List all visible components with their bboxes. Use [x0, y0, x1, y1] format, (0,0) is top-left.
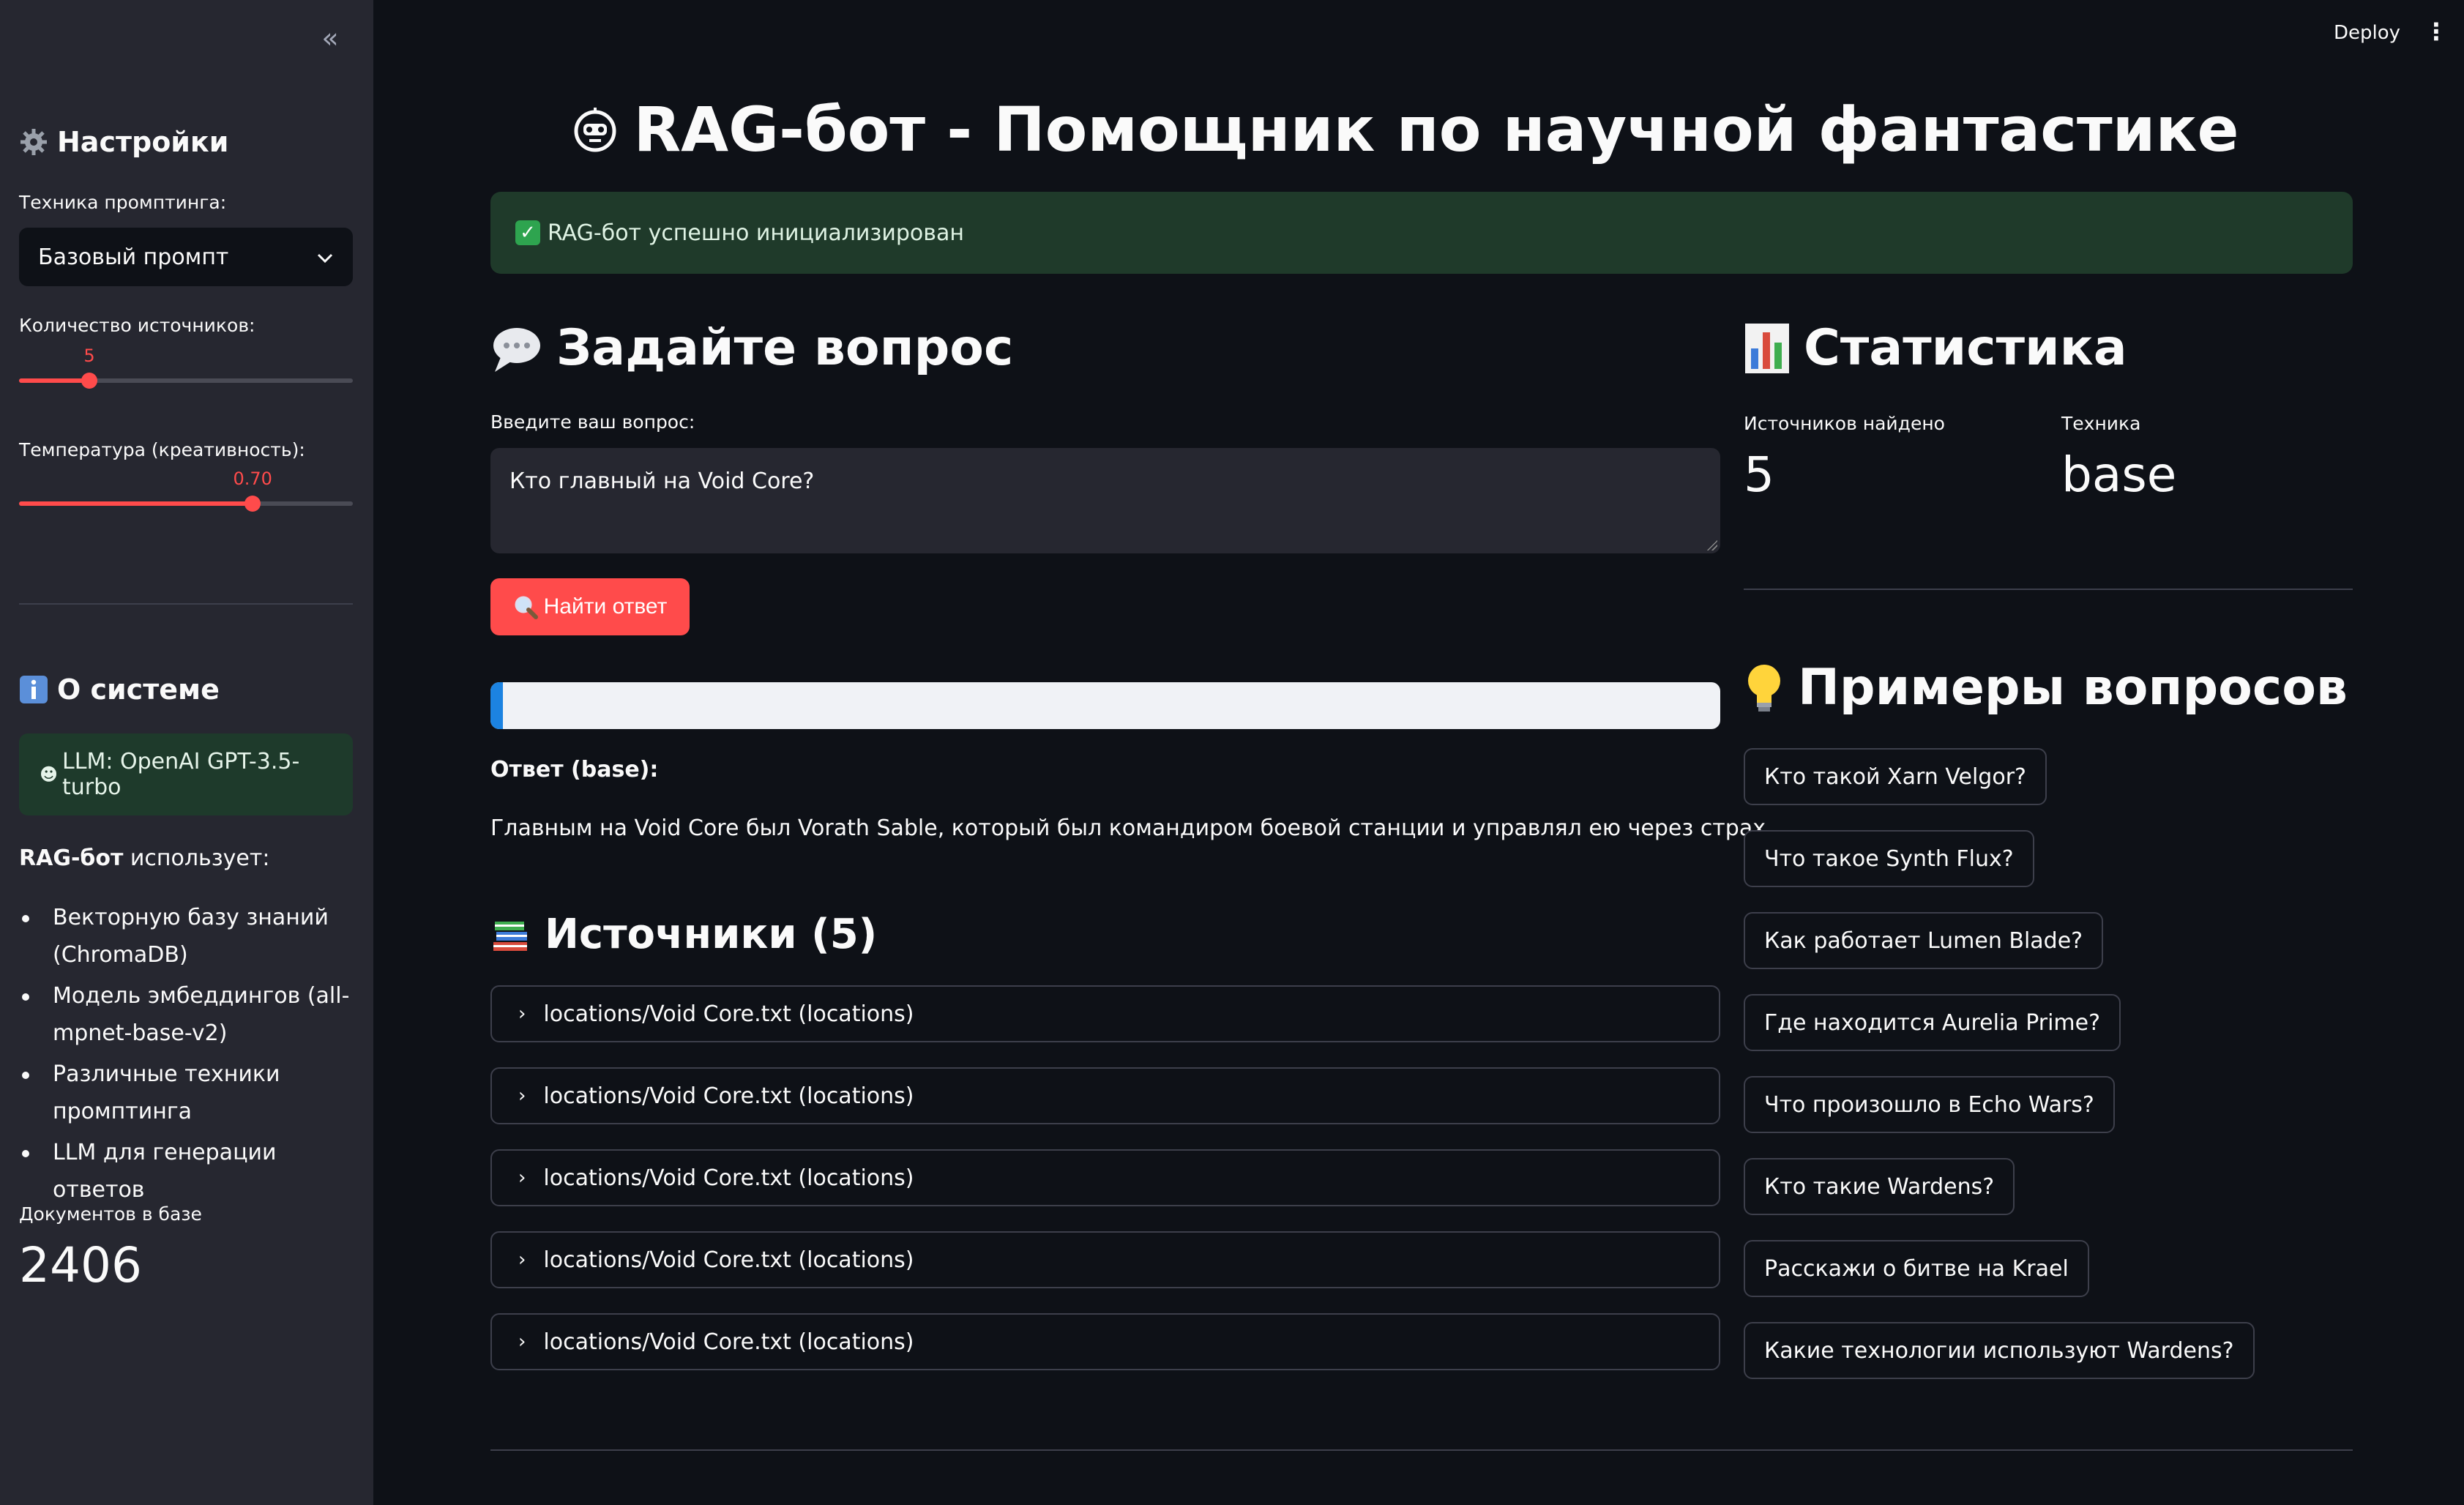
llm-info-text: LLM: OpenAI GPT-3.5-turbo	[62, 749, 300, 800]
source-label: locations/Void Core.txt (locations)	[543, 1247, 914, 1273]
sidebar: « Настройки Техника промптинга: Базовый …	[0, 0, 373, 1505]
lightbulb-icon	[1744, 662, 1785, 714]
example-question-button[interactable]: Что произошло в Echo Wars?	[1744, 1076, 2115, 1133]
example-question-button[interactable]: Расскажи о битве на Krael	[1744, 1240, 2089, 1297]
page-title: RAG-бот - Помощник по научной фантастике	[490, 94, 2321, 165]
progress-bar	[490, 682, 1720, 729]
settings-title: Настройки	[57, 126, 229, 158]
slider-fill	[19, 378, 89, 383]
examples-title: Примеры вопросов	[1798, 659, 2348, 717]
stats-divider	[1744, 589, 2353, 590]
source-expander[interactable]: › locations/Void Core.txt (locations)	[490, 1067, 1720, 1124]
prompt-technique-label: Техника промптинга:	[19, 192, 227, 213]
source-label: locations/Void Core.txt (locations)	[543, 1165, 914, 1191]
slider-thumb[interactable]	[244, 496, 261, 512]
question-input[interactable]: Кто главный на Void Core?	[490, 448, 1720, 553]
chevron-right-icon: ›	[518, 1167, 526, 1189]
stats-title: Статистика	[1804, 319, 2127, 377]
speech-bubble-icon	[490, 322, 543, 375]
page-title-text: RAG-бот - Помощник по научной фантастике	[633, 94, 2239, 165]
chevron-right-icon: ›	[518, 1085, 526, 1107]
features-list: Векторную базу знаний (ChromaDB) Модель …	[19, 899, 363, 1212]
prompt-technique-select[interactable]: Базовый промпт	[19, 228, 353, 286]
sources-heading: Источники (5)	[490, 911, 877, 958]
bottom-divider	[490, 1449, 2353, 1451]
deploy-button[interactable]: Deploy	[2334, 22, 2400, 44]
sources-count-label: Количество источников:	[19, 315, 255, 336]
chevron-right-icon: ›	[518, 1003, 526, 1025]
source-label: locations/Void Core.txt (locations)	[543, 1001, 914, 1027]
temperature-slider[interactable]: 0.70	[19, 468, 353, 514]
chevron-right-icon: ›	[518, 1331, 526, 1353]
magnifier-icon	[513, 594, 538, 619]
answer-label: Ответ (base):	[490, 757, 659, 783]
chevron-right-icon: ›	[518, 1249, 526, 1271]
technique-value: base	[2061, 447, 2177, 503]
about-title: О системе	[57, 673, 220, 706]
settings-heading: Настройки	[19, 126, 228, 158]
source-label: locations/Void Core.txt (locations)	[543, 1329, 914, 1355]
temperature-value: 0.70	[233, 468, 272, 489]
progress-fill	[490, 682, 503, 729]
example-question-button[interactable]: Как работает Lumen Blade?	[1744, 912, 2104, 969]
llm-info-box: ☻ LLM: OpenAI GPT-3.5-turbo	[19, 733, 353, 815]
slider-fill	[19, 501, 253, 506]
sources-found-value: 5	[1744, 447, 1774, 503]
example-question-button[interactable]: Что такое Synth Flux?	[1744, 830, 2034, 887]
sources-count-value: 5	[83, 346, 95, 366]
docs-label: Документов в базе	[19, 1203, 202, 1225]
technique-label: Техника	[2061, 413, 2141, 434]
question-label: Введите ваш вопрос:	[490, 411, 695, 433]
source-expander[interactable]: › locations/Void Core.txt (locations)	[490, 1231, 1720, 1288]
stats-heading: Статистика	[1744, 319, 2127, 377]
uses-text: RAG-бот использует:	[19, 840, 269, 877]
list-item: LLM для генерации ответов	[19, 1134, 363, 1209]
ask-heading: Задайте вопрос	[490, 319, 1013, 377]
slider-thumb[interactable]	[81, 373, 97, 389]
sources-title: Источники (5)	[545, 911, 878, 958]
docs-value: 2406	[19, 1237, 142, 1293]
gear-icon	[19, 127, 48, 157]
about-heading: О системе	[19, 673, 220, 706]
answer-text: Главным на Void Core был Vorath Sable, к…	[490, 815, 1773, 841]
example-question-button[interactable]: Кто такой Xarn Velgor?	[1744, 748, 2047, 805]
resize-handle-icon[interactable]	[1706, 539, 1717, 550]
chevron-down-icon	[316, 245, 334, 269]
temperature-label: Температура (креативность):	[19, 439, 305, 460]
example-question-button[interactable]: Какие технологии используют Wardens?	[1744, 1322, 2255, 1379]
success-text: RAG-бот успешно инициализирован	[548, 220, 964, 246]
check-icon: ✓	[515, 220, 540, 245]
search-button[interactable]: Найти ответ	[490, 578, 690, 635]
source-label: locations/Void Core.txt (locations)	[543, 1083, 914, 1109]
search-button-label: Найти ответ	[543, 594, 668, 619]
question-value: Кто главный на Void Core?	[509, 468, 815, 494]
example-question-button[interactable]: Кто такие Wardens?	[1744, 1158, 2015, 1215]
source-expander[interactable]: › locations/Void Core.txt (locations)	[490, 1313, 1720, 1370]
example-question-button[interactable]: Где находится Aurelia Prime?	[1744, 994, 2121, 1051]
robot-icon: ☻	[40, 764, 59, 785]
robot-icon	[572, 106, 619, 153]
uses-rest: использует:	[123, 845, 270, 871]
list-item: Векторную базу знаний (ChromaDB)	[19, 899, 363, 974]
source-expander[interactable]: › locations/Void Core.txt (locations)	[490, 985, 1720, 1042]
uses-bold: RAG-бот	[19, 845, 124, 871]
info-icon	[19, 675, 48, 704]
source-expander[interactable]: › locations/Void Core.txt (locations)	[490, 1149, 1720, 1206]
sources-count-slider[interactable]: 5	[19, 346, 353, 391]
books-icon	[490, 914, 531, 955]
collapse-sidebar-icon[interactable]: «	[312, 20, 348, 57]
sources-found-label: Источников найдено	[1744, 413, 1945, 434]
sidebar-divider	[19, 603, 353, 605]
main-menu-icon[interactable]: ⋮	[2424, 20, 2448, 43]
list-item: Различные техники промптинга	[19, 1056, 363, 1130]
prompt-technique-value: Базовый промпт	[38, 244, 229, 270]
list-item: Модель эмбеддингов (all-mpnet-base-v2)	[19, 977, 363, 1052]
bar-chart-icon	[1744, 322, 1791, 375]
ask-title: Задайте вопрос	[556, 319, 1014, 377]
examples-heading: Примеры вопросов	[1744, 659, 2348, 717]
success-alert: ✓ RAG-бот успешно инициализирован	[490, 192, 2353, 274]
